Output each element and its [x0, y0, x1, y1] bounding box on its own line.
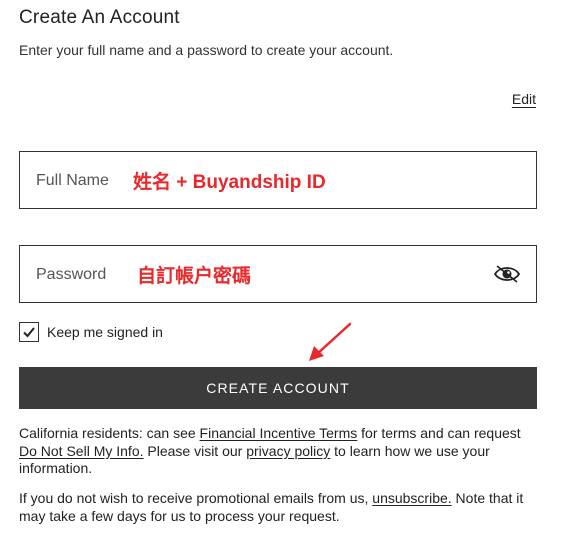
- legal-notice-unsubscribe: If you do not wish to receive promotiona…: [19, 490, 524, 524]
- financial-incentive-terms-link[interactable]: Financial Incentive Terms: [200, 425, 358, 441]
- keep-signed-in-option[interactable]: Keep me signed in: [19, 322, 163, 342]
- password-placeholder: Password: [36, 266, 107, 283]
- page-title: Create An Account: [19, 7, 180, 28]
- red-arrow-annotation: [309, 322, 352, 361]
- do-not-sell-link[interactable]: Do Not Sell My Info.: [19, 443, 144, 459]
- eye-icon[interactable]: [493, 263, 521, 285]
- password-field[interactable]: Password 自訂帳户密碼: [19, 245, 537, 303]
- full-name-annotation: 姓名 + Buyandship ID: [133, 172, 326, 193]
- keep-signed-in-checkbox[interactable]: [19, 322, 39, 342]
- checkmark-icon: [23, 327, 35, 338]
- page-subtitle: Enter your full name and a password to c…: [19, 42, 394, 58]
- create-account-button[interactable]: CREATE ACCOUNT: [19, 367, 537, 409]
- full-name-field[interactable]: Full Name 姓名 + Buyandship ID: [19, 151, 537, 209]
- unsubscribe-link[interactable]: unsubscribe.: [372, 490, 451, 506]
- keep-signed-in-label: Keep me signed in: [47, 324, 163, 340]
- password-annotation: 自訂帳户密碼: [137, 266, 252, 287]
- privacy-policy-link[interactable]: privacy policy: [246, 443, 330, 459]
- edit-link[interactable]: Edit: [512, 91, 536, 107]
- full-name-placeholder: Full Name: [36, 172, 109, 189]
- legal-notice-california: California residents: can see Financial …: [19, 425, 521, 476]
